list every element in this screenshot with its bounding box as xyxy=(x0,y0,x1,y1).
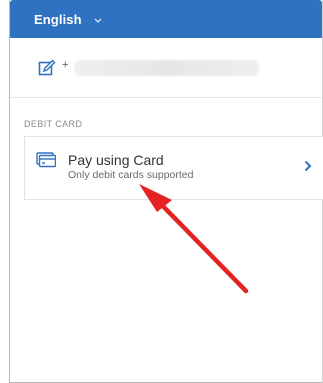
top-bar: English xyxy=(10,0,322,38)
redacted-phone-number xyxy=(74,59,260,76)
contact-row[interactable]: + xyxy=(10,38,322,98)
section-header: DEBIT CARD xyxy=(24,119,83,129)
phone-prefix: + xyxy=(62,58,69,71)
pay-using-card-option[interactable]: Pay using Card Only debit cards supporte… xyxy=(24,136,323,200)
option-subtitle: Only debit cards supported xyxy=(68,169,194,181)
language-selector[interactable]: English xyxy=(34,9,102,29)
edit-icon[interactable] xyxy=(38,59,56,77)
chevron-right-icon[interactable] xyxy=(304,159,312,177)
option-text: Pay using Card Only debit cards supporte… xyxy=(68,152,194,182)
option-title: Pay using Card xyxy=(68,152,164,168)
language-label: English xyxy=(34,11,82,27)
card-icon xyxy=(36,152,57,168)
chevron-down-icon xyxy=(94,11,102,29)
payment-panel: English + DEBIT CARD Pay using Card Only… xyxy=(9,0,323,383)
